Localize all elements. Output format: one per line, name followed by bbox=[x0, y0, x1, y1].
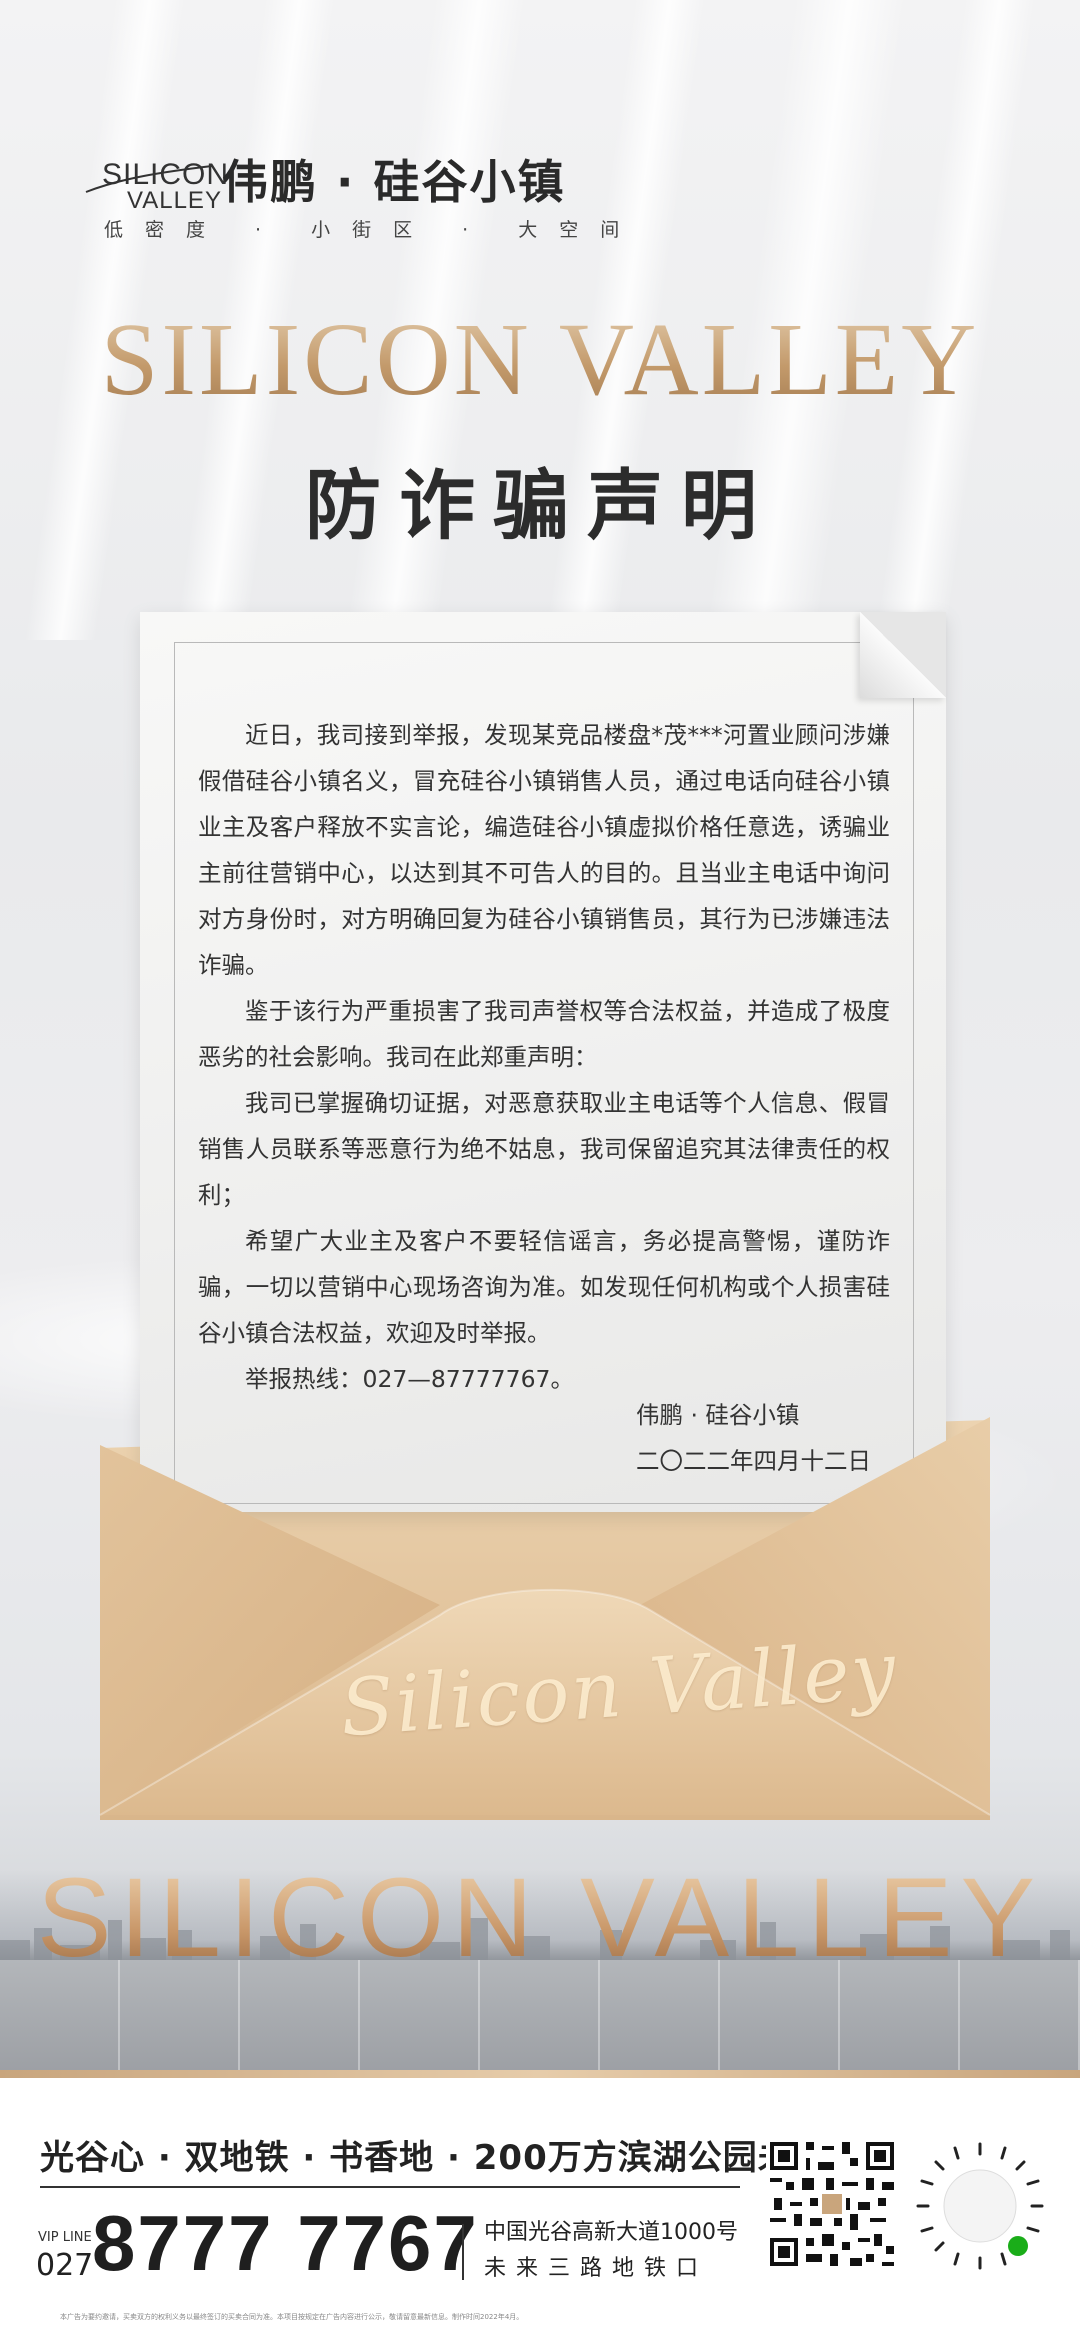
logo-text-valley: VALLEY bbox=[127, 187, 222, 214]
hotline-number[interactable]: 8777 7767 bbox=[92, 2198, 479, 2288]
qr-code-icon[interactable] bbox=[766, 2138, 898, 2270]
paper-corner-fold bbox=[860, 612, 946, 698]
main-title: 防诈骗声明 bbox=[305, 461, 775, 550]
fine-print: 本广告为要约邀请，买卖双方的权利义务以最终签订的买卖合同为准。本项目按规定在广告… bbox=[60, 2313, 524, 2321]
address-line-2: 未来三路地铁口 bbox=[484, 2256, 709, 2281]
mini-program-code-icon[interactable] bbox=[910, 2136, 1050, 2276]
brand-header: SILICON VALLEY 伟鹏 · 硅谷小镇 低密度 · 小街区 · 大空间 bbox=[82, 150, 619, 250]
statement-body: 近日，我司接到举报，发现某竞品楼盘*茂***河置业顾问涉嫌假借硅谷小镇名义，冒充… bbox=[198, 712, 890, 1402]
footer-tagline: 光谷心 · 双地铁 · 书香地 · 200万方滨湖公园未来城 bbox=[40, 2138, 863, 2178]
footer-divider bbox=[462, 2224, 464, 2280]
brand-name: 伟鹏 · 硅谷小镇 bbox=[222, 155, 566, 209]
statement-paragraph: 鉴于该行为严重损害了我司声誉权等合法权益，并造成了极度恶劣的社会影响。我司在此郑… bbox=[198, 997, 890, 1071]
gold-divider bbox=[0, 2070, 1080, 2078]
statement-paragraph: 我司已掌握确切证据，对恶意获取业主电话等个人信息、假冒销售人员联系等恶意行为绝不… bbox=[198, 1089, 890, 1209]
vip-line-label: VIP LINE bbox=[38, 2230, 92, 2245]
bottom-title: SILICON VALLEY bbox=[0, 1858, 1080, 1978]
tagline-rule bbox=[40, 2186, 740, 2188]
logo-text-silicon: SILICON bbox=[102, 158, 230, 191]
area-code: 027 bbox=[36, 2248, 94, 2283]
envelope-front bbox=[99, 1417, 991, 1816]
brand-slogan: 低密度 · 小街区 · 大空间 bbox=[104, 219, 642, 241]
statement-paragraph: 近日，我司接到举报，发现某竞品楼盘*茂***河置业顾问涉嫌假借硅谷小镇名义，冒充… bbox=[198, 721, 890, 979]
statement-paragraph: 希望广大业主及客户不要轻信谣言，务必提高警惕，谨防诈骗，一切以营销中心现场咨询为… bbox=[198, 1227, 890, 1347]
letter-paper: 近日，我司接到举报，发现某竞品楼盘*茂***河置业顾问涉嫌假借硅谷小镇名义，冒充… bbox=[140, 612, 946, 1512]
hero-title: SILICON VALLEY bbox=[0, 300, 1080, 420]
address-line-1: 中国光谷高新大道1000号 bbox=[484, 2220, 738, 2245]
footer: 光谷心 · 双地铁 · 书香地 · 200万方滨湖公园未来城 VIP LINE … bbox=[0, 2080, 1080, 2337]
